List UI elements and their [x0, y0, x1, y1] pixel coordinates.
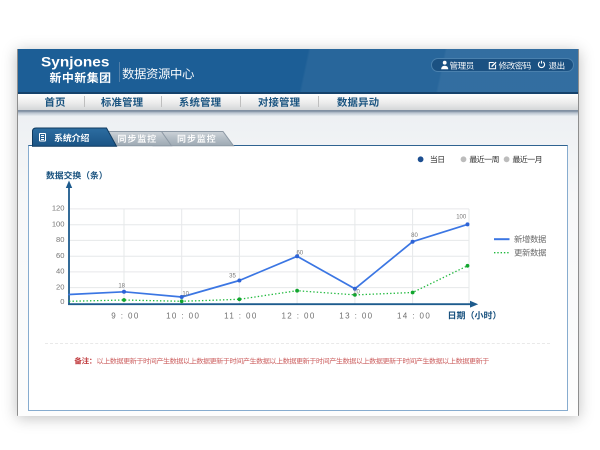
svg-text:100: 100 [52, 220, 65, 229]
svg-text:10: 10 [182, 292, 189, 298]
svg-text:11 : 00: 11 : 00 [224, 312, 258, 321]
svg-text:13 : 00: 13 : 00 [339, 312, 373, 321]
svg-text:9 : 00: 9 : 00 [111, 312, 139, 321]
svg-text:120: 120 [52, 204, 65, 213]
svg-text:80: 80 [56, 235, 64, 244]
svg-text:18: 18 [118, 284, 125, 290]
svg-text:35: 35 [229, 274, 236, 280]
svg-text:60: 60 [296, 250, 303, 256]
svg-text:20: 20 [56, 282, 64, 291]
svg-text:40: 40 [56, 267, 64, 276]
svg-text:Synjones: Synjones [41, 55, 109, 70]
svg-text:80: 80 [411, 233, 418, 239]
svg-text:100: 100 [456, 214, 467, 220]
svg-text:10 : 00: 10 : 00 [166, 312, 200, 321]
svg-text:10: 10 [353, 290, 360, 296]
svg-text:0: 0 [60, 297, 64, 306]
svg-text:14 : 00: 14 : 00 [397, 312, 431, 321]
svg-text:12 : 00: 12 : 00 [281, 312, 315, 321]
svg-text:60: 60 [56, 251, 64, 260]
